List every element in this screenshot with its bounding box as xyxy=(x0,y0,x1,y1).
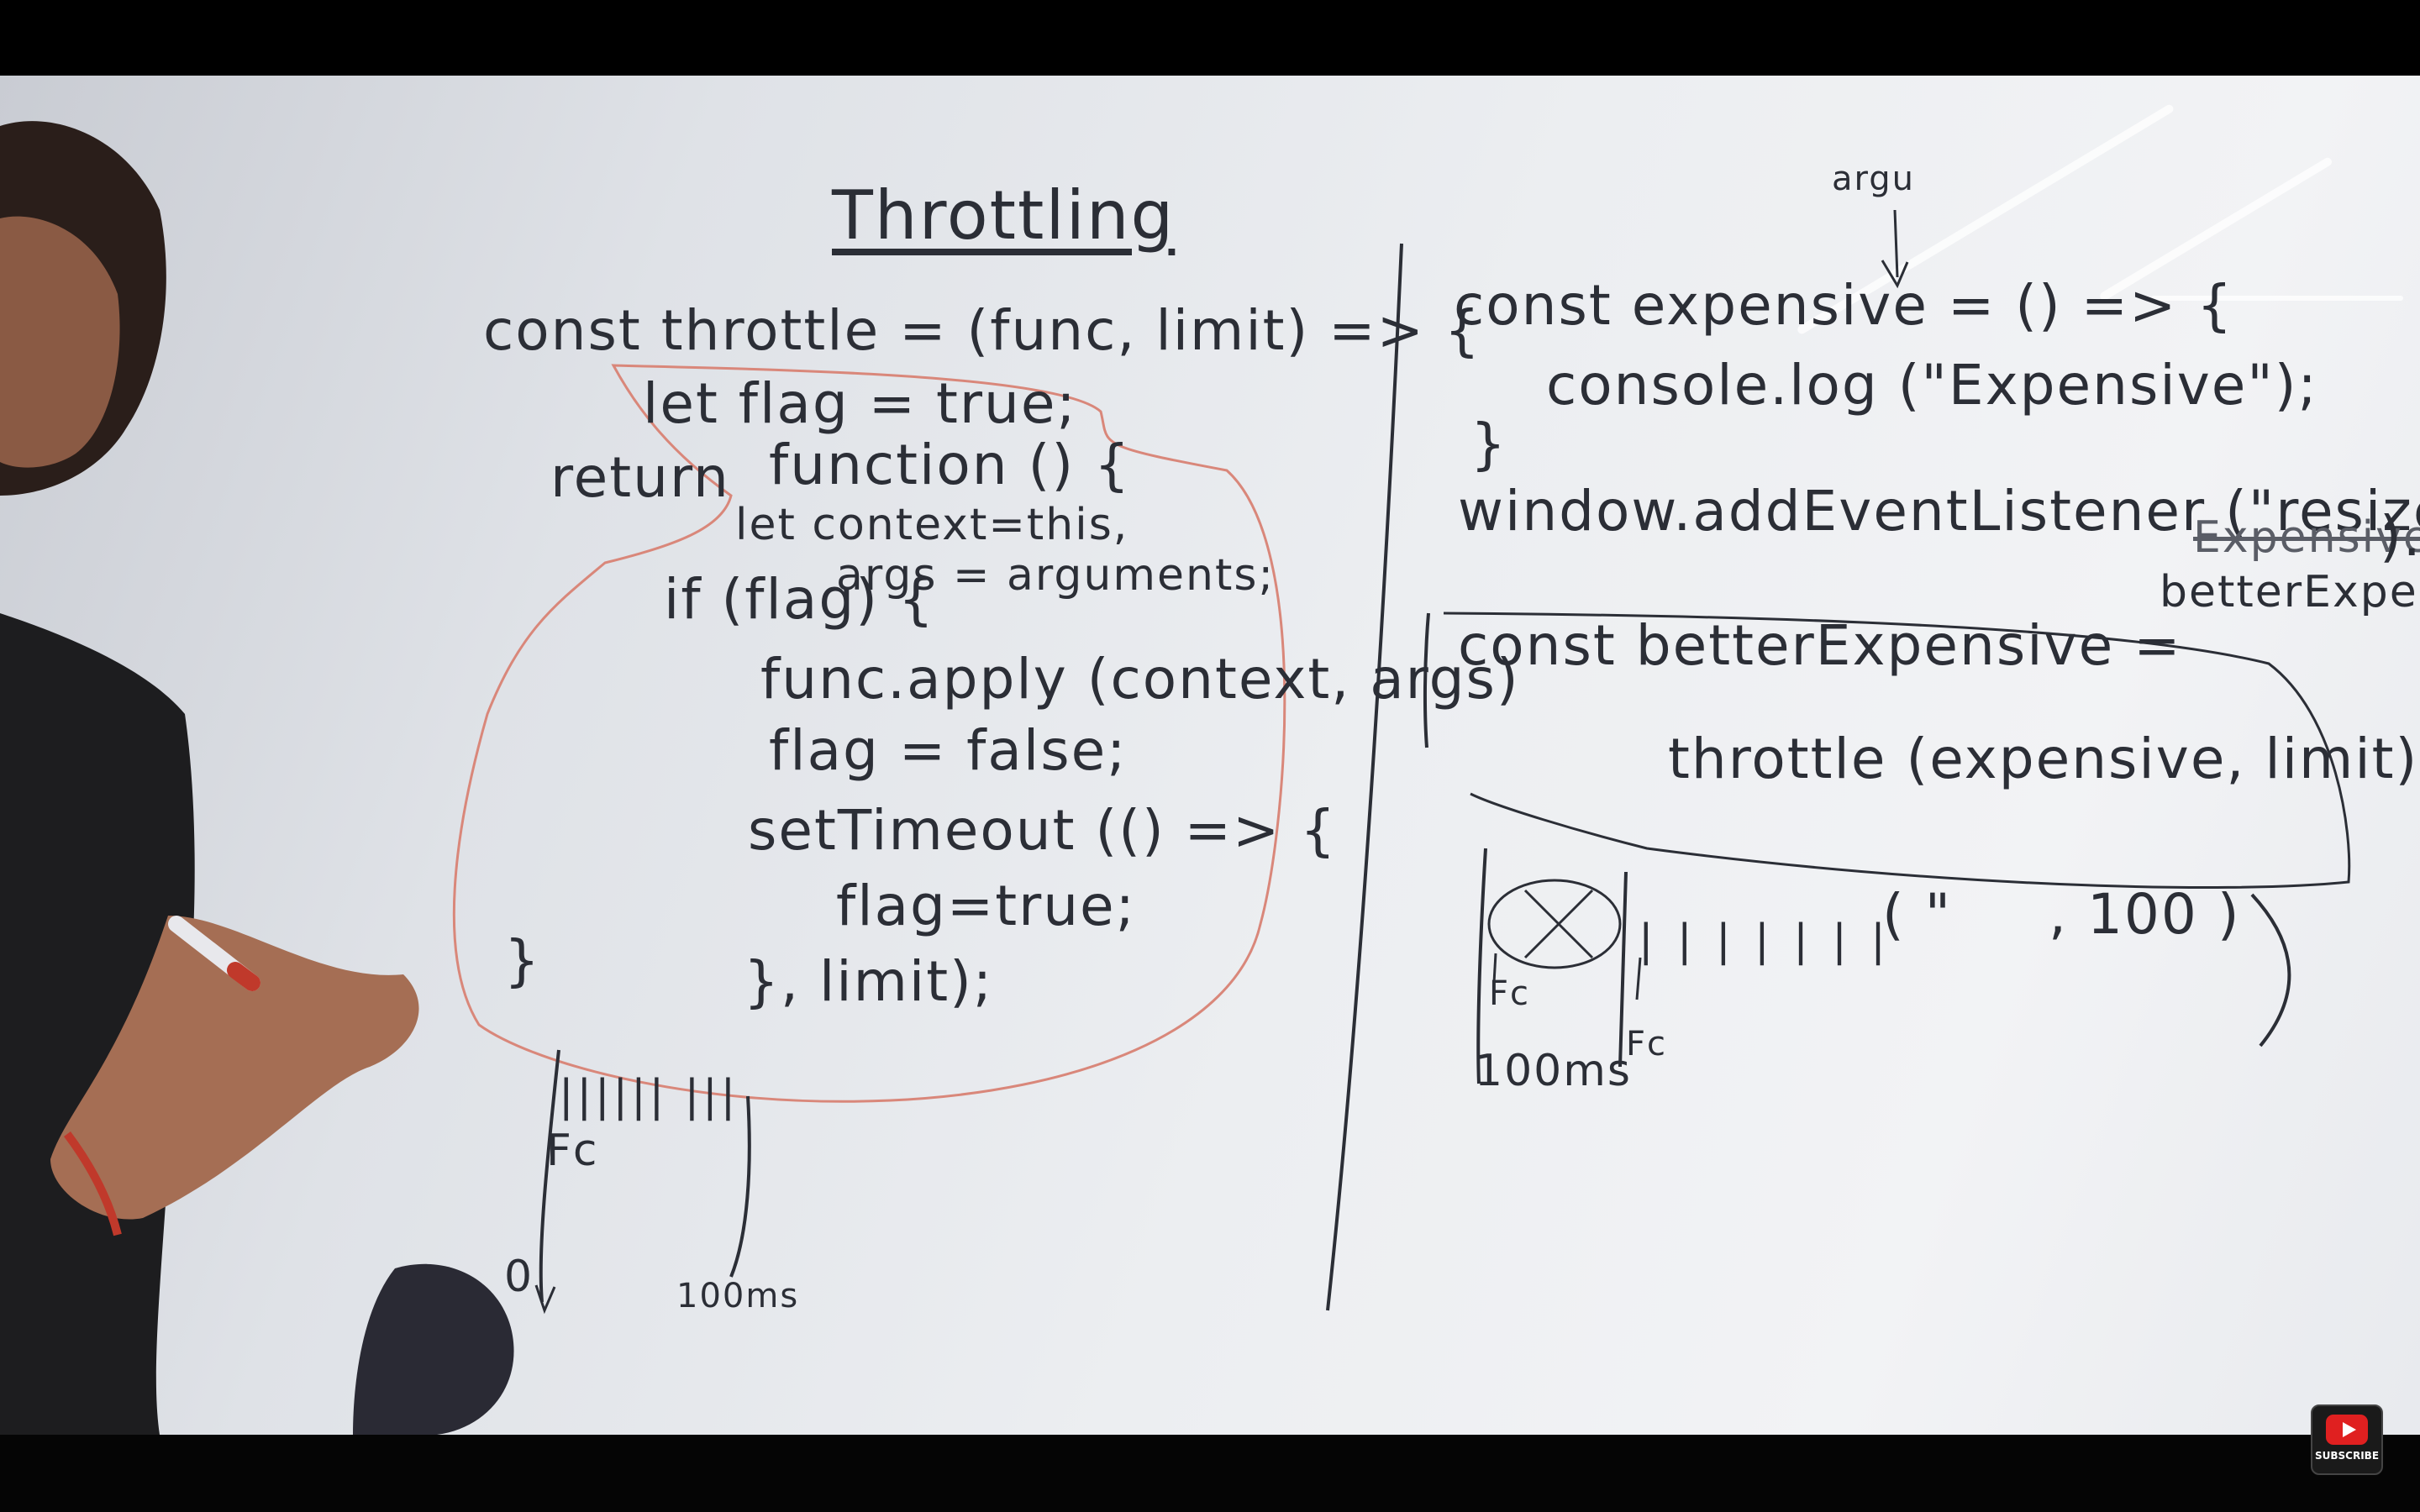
whiteboard: Throttling const throttle = (func, limit… xyxy=(0,76,2420,1435)
top-letterbox xyxy=(0,0,2420,76)
subscribe-label: SUBSCRIBE xyxy=(2314,1450,2380,1462)
presenter xyxy=(0,121,514,1435)
subscribe-button[interactable]: SUBSCRIBE xyxy=(2311,1404,2383,1475)
youtube-play-icon xyxy=(2326,1415,2368,1445)
bottom-letterbox xyxy=(0,1435,2420,1512)
